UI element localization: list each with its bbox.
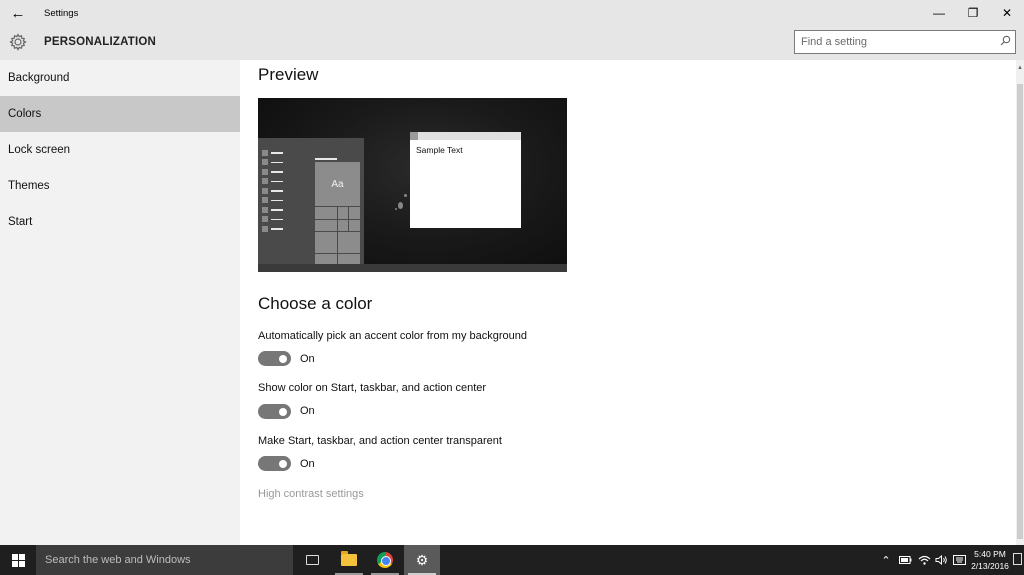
preview-image: Aa Sample Text: [258, 98, 567, 272]
sidebar-item-background[interactable]: Background: [0, 60, 240, 96]
sidebar-item-lock-screen[interactable]: Lock screen: [0, 132, 240, 168]
back-arrow-icon: ←: [10, 4, 26, 22]
sidebar-item-colors[interactable]: Colors: [0, 96, 240, 132]
volume-icon[interactable]: [933, 545, 949, 575]
auto-accent-toggle[interactable]: [258, 351, 291, 366]
transparent-state: On: [300, 458, 315, 470]
close-button[interactable]: ✕: [990, 0, 1024, 26]
preview-start-menu: Aa: [258, 138, 364, 264]
task-view-button[interactable]: [294, 545, 330, 575]
gear-icon: [8, 32, 28, 52]
preview-sample-text: Sample Text: [416, 145, 463, 155]
preview-tile-header: [315, 158, 337, 160]
scroll-up-arrow-icon[interactable]: ▲: [1016, 60, 1024, 76]
preview-taskbar: [258, 264, 567, 272]
restore-button[interactable]: ❐: [956, 0, 990, 26]
folder-icon: [341, 551, 357, 566]
file-explorer-button[interactable]: [331, 545, 367, 575]
preview-speck: [398, 202, 403, 209]
sidebar-item-label: Start: [8, 216, 33, 228]
page-header: PERSONALIZATION: [0, 26, 1024, 60]
preview-tile-aa: Aa: [315, 162, 360, 206]
keyboard-icon[interactable]: [950, 545, 968, 575]
preview-heading: Preview: [258, 65, 319, 84]
sidebar-item-label: Colors: [8, 108, 42, 120]
auto-accent-state: On: [300, 353, 315, 365]
taskbar-search[interactable]: Search the web and Windows: [36, 545, 293, 575]
back-button[interactable]: ←: [0, 0, 36, 26]
window-controls: — ❐ ✕: [922, 0, 1024, 26]
sidebar-item-label: Lock screen: [8, 144, 71, 156]
sidebar: Background Colors Lock screen Themes Sta…: [0, 60, 240, 545]
task-view-icon: [305, 555, 319, 565]
chevron-up-icon: ⌃: [881, 554, 891, 567]
chrome-button[interactable]: [367, 545, 403, 575]
clock-date: 2/13/2016: [971, 561, 1009, 571]
high-contrast-link[interactable]: High contrast settings: [258, 488, 364, 500]
preview-speck: [404, 194, 407, 197]
start-button[interactable]: [0, 545, 36, 575]
taskbar-clock[interactable]: 5:40 PM 2/13/2016: [968, 548, 1012, 572]
preview-app-list: [262, 148, 283, 234]
taskbar-search-placeholder: Search the web and Windows: [45, 554, 191, 566]
clock-time: 5:40 PM: [974, 549, 1006, 559]
preview-window: Sample Text: [410, 132, 521, 228]
transparent-label: Make Start, taskbar, and action center t…: [258, 435, 502, 447]
title-bar: ← Settings — ❐ ✕: [0, 0, 1024, 26]
show-hidden-icons[interactable]: ⌃: [878, 545, 894, 575]
sidebar-item-label: Themes: [8, 180, 50, 192]
preview-small-tiles: [315, 207, 360, 264]
sidebar-item-start[interactable]: Start: [0, 204, 240, 240]
minimize-button[interactable]: —: [922, 0, 956, 26]
taskbar: Search the web and Windows ⚙ ⌃ 5:40 PM 2…: [0, 545, 1024, 575]
sidebar-item-themes[interactable]: Themes: [0, 168, 240, 204]
sidebar-item-label: Background: [8, 72, 70, 84]
scroll-thumb[interactable]: [1017, 84, 1023, 539]
search-input[interactable]: [795, 36, 995, 48]
choose-color-heading: Choose a color: [258, 294, 373, 313]
action-center-icon[interactable]: [1013, 553, 1022, 565]
scrollbar[interactable]: ▲: [1016, 60, 1024, 545]
search-box[interactable]: [794, 30, 1016, 54]
battery-icon[interactable]: [896, 545, 914, 575]
main-content: ▲ Preview Aa Sample Text Choose a color …: [240, 60, 1024, 545]
chrome-icon: [377, 552, 393, 568]
page-title: PERSONALIZATION: [44, 36, 157, 48]
wifi-icon[interactable]: [915, 545, 933, 575]
show-color-state: On: [300, 405, 315, 417]
show-color-toggle[interactable]: [258, 404, 291, 419]
auto-accent-label: Automatically pick an accent color from …: [258, 330, 528, 342]
preview-speck: [395, 208, 397, 210]
search-icon[interactable]: [995, 35, 1015, 49]
show-color-label: Show color on Start, taskbar, and action…: [258, 382, 487, 394]
gear-icon: ⚙: [415, 551, 429, 568]
window-title: Settings: [44, 7, 79, 19]
settings-app-button[interactable]: ⚙: [404, 545, 440, 575]
windows-logo-icon: [11, 553, 25, 567]
transparent-toggle[interactable]: [258, 456, 291, 471]
